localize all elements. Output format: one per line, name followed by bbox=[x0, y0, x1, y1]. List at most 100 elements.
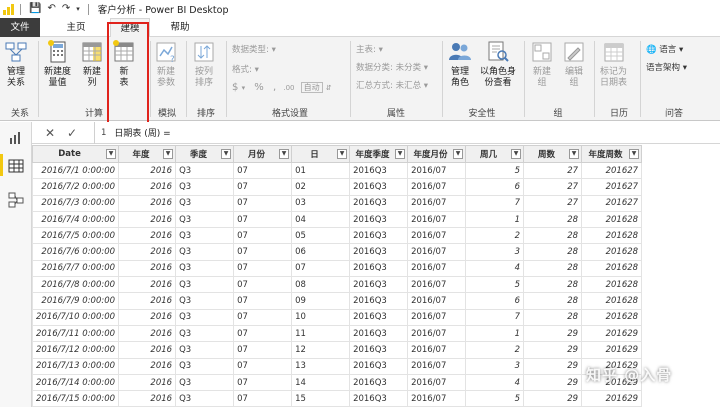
column-header-day[interactable]: 日 ▼ bbox=[291, 145, 351, 163]
table-cell[interactable]: 27 bbox=[523, 161, 583, 180]
table-cell[interactable]: 07 bbox=[233, 308, 293, 326]
table-cell[interactable]: 2016/07 bbox=[407, 161, 467, 180]
table-cell[interactable]: 201629 bbox=[581, 390, 643, 407]
table-cell[interactable]: 201628 bbox=[581, 308, 643, 326]
table-cell[interactable]: Q3 bbox=[175, 308, 235, 326]
table-cell[interactable]: 07 bbox=[233, 161, 293, 180]
table-cell[interactable]: 2016 bbox=[118, 259, 177, 278]
table-cell[interactable]: 2016 bbox=[118, 308, 177, 326]
table-cell[interactable]: 2016Q3 bbox=[349, 390, 409, 407]
column-header-year-month[interactable]: 年度月份 ▼ bbox=[407, 145, 467, 163]
column-filter-icon[interactable]: ▼ bbox=[569, 149, 580, 159]
table-cell[interactable]: 07 bbox=[233, 324, 293, 343]
table-cell[interactable]: 201629 bbox=[581, 341, 643, 359]
table-cell[interactable]: 2016/7/13 0:00:00 bbox=[31, 357, 120, 375]
table-cell[interactable]: 29 bbox=[523, 324, 583, 343]
table-cell[interactable]: 2016Q3 bbox=[349, 243, 409, 261]
edit-group-button[interactable]: 编辑 组 bbox=[562, 40, 586, 89]
table-cell[interactable]: 1 bbox=[465, 324, 525, 343]
table-cell[interactable]: 2016Q3 bbox=[349, 259, 409, 278]
table-cell[interactable]: 07 bbox=[233, 210, 293, 229]
table-cell[interactable]: 2016/07 bbox=[407, 259, 467, 278]
column-filter-icon[interactable]: ▼ bbox=[106, 149, 117, 159]
table-cell[interactable]: 5 bbox=[465, 161, 525, 180]
table-cell[interactable]: 2016 bbox=[118, 357, 177, 375]
table-cell[interactable]: 2016 bbox=[118, 292, 177, 310]
table-cell[interactable]: 08 bbox=[291, 276, 351, 294]
table-cell[interactable]: 2016/7/15 0:00:00 bbox=[31, 390, 120, 407]
table-cell[interactable]: Q3 bbox=[175, 357, 235, 375]
table-cell[interactable]: 07 bbox=[291, 259, 351, 278]
tab-help[interactable]: 帮助 bbox=[162, 18, 198, 37]
linguistic-schema-dropdown[interactable]: 语言架构 ▾ bbox=[646, 61, 687, 73]
table-cell[interactable]: 201628 bbox=[581, 210, 643, 229]
new-parameter-button[interactable]: ? 新建 参数 bbox=[154, 40, 178, 89]
new-table-button[interactable]: 新 表 bbox=[112, 40, 136, 89]
table-cell[interactable]: 2016 bbox=[118, 243, 177, 261]
column-filter-icon[interactable]: ▼ bbox=[511, 149, 522, 159]
table-cell[interactable]: 6 bbox=[465, 178, 525, 196]
table-cell[interactable]: 10 bbox=[291, 308, 351, 326]
column-filter-icon[interactable]: ▼ bbox=[221, 149, 232, 159]
save-icon[interactable]: 💾 bbox=[29, 3, 41, 15]
language-dropdown[interactable]: 🌐 语言 ▾ bbox=[646, 43, 683, 55]
column-header-year-quarter[interactable]: 年度季度 ▼ bbox=[349, 145, 409, 163]
table-cell[interactable]: 5 bbox=[465, 390, 525, 407]
column-filter-icon[interactable]: ▼ bbox=[629, 149, 640, 159]
table-cell[interactable]: 01 bbox=[291, 161, 351, 180]
column-header-quarter[interactable]: 季度 ▼ bbox=[175, 145, 235, 163]
new-group-button[interactable]: 新建 组 bbox=[530, 40, 554, 89]
table-cell[interactable]: Q3 bbox=[175, 292, 235, 310]
table-cell[interactable]: 2016Q3 bbox=[349, 373, 409, 392]
table-cell[interactable]: 2016 bbox=[118, 161, 177, 180]
table-cell[interactable]: 2016 bbox=[118, 390, 177, 407]
table-cell[interactable]: 29 bbox=[523, 341, 583, 359]
table-cell[interactable]: 2016/7/14 0:00:00 bbox=[31, 373, 120, 392]
table-cell[interactable]: 2016Q3 bbox=[349, 210, 409, 229]
table-cell[interactable]: 2016 bbox=[118, 341, 177, 359]
table-cell[interactable]: 28 bbox=[523, 292, 583, 310]
table-cell[interactable]: 4 bbox=[465, 373, 525, 392]
table-cell[interactable]: 2016Q3 bbox=[349, 161, 409, 180]
table-cell[interactable]: 07 bbox=[233, 341, 293, 359]
table-cell[interactable]: 07 bbox=[233, 259, 293, 278]
formula-text[interactable]: 日期表 (周) = bbox=[114, 126, 170, 139]
undo-icon[interactable]: ↶ bbox=[47, 3, 55, 15]
table-cell[interactable]: 201629 bbox=[581, 324, 643, 343]
table-cell[interactable]: 2016/07 bbox=[407, 276, 467, 294]
table-cell[interactable]: 2016Q3 bbox=[349, 178, 409, 196]
table-cell[interactable]: 07 bbox=[233, 276, 293, 294]
data-view-icon[interactable] bbox=[8, 158, 24, 174]
table-cell[interactable]: 07 bbox=[233, 194, 293, 212]
table-cell[interactable]: Q3 bbox=[175, 161, 235, 180]
table-cell[interactable]: 28 bbox=[523, 259, 583, 278]
table-cell[interactable]: 29 bbox=[523, 390, 583, 407]
table-cell[interactable]: 02 bbox=[291, 178, 351, 196]
table-cell[interactable]: 2016/07 bbox=[407, 308, 467, 326]
table-cell[interactable]: 12 bbox=[291, 341, 351, 359]
table-cell[interactable]: 2016/7/5 0:00:00 bbox=[31, 227, 120, 245]
table-cell[interactable]: 2016/7/8 0:00:00 bbox=[31, 276, 120, 294]
mark-as-date-table-button[interactable]: 标记为 日期表 bbox=[600, 40, 627, 89]
table-cell[interactable]: 2016/7/4 0:00:00 bbox=[31, 210, 120, 229]
table-cell[interactable]: 4 bbox=[465, 259, 525, 278]
table-cell[interactable]: 2016 bbox=[118, 194, 177, 212]
percent-button[interactable]: % bbox=[254, 82, 264, 93]
table-cell[interactable]: 2016 bbox=[118, 276, 177, 294]
column-filter-icon[interactable]: ▼ bbox=[163, 149, 174, 159]
new-column-button[interactable]: 新建 列 bbox=[80, 40, 104, 89]
table-cell[interactable]: 2016/07 bbox=[407, 227, 467, 245]
table-cell[interactable]: Q3 bbox=[175, 259, 235, 278]
table-cell[interactable]: 2016/07 bbox=[407, 194, 467, 212]
manage-relationships-button[interactable]: 管理 关系 bbox=[4, 40, 28, 89]
table-cell[interactable]: 2016 bbox=[118, 178, 177, 196]
cancel-formula-icon[interactable]: ✕ bbox=[42, 126, 58, 140]
table-cell[interactable]: Q3 bbox=[175, 210, 235, 229]
table-cell[interactable]: 7 bbox=[465, 194, 525, 212]
table-cell[interactable]: Q3 bbox=[175, 373, 235, 392]
table-cell[interactable]: 2016/7/7 0:00:00 bbox=[31, 259, 120, 278]
decimal-places-spinner[interactable]: 自动 bbox=[300, 82, 323, 93]
table-cell[interactable]: 2016/7/11 0:00:00 bbox=[31, 324, 120, 343]
column-header-month[interactable]: 月份 ▼ bbox=[233, 145, 293, 163]
table-cell[interactable]: Q3 bbox=[175, 341, 235, 359]
